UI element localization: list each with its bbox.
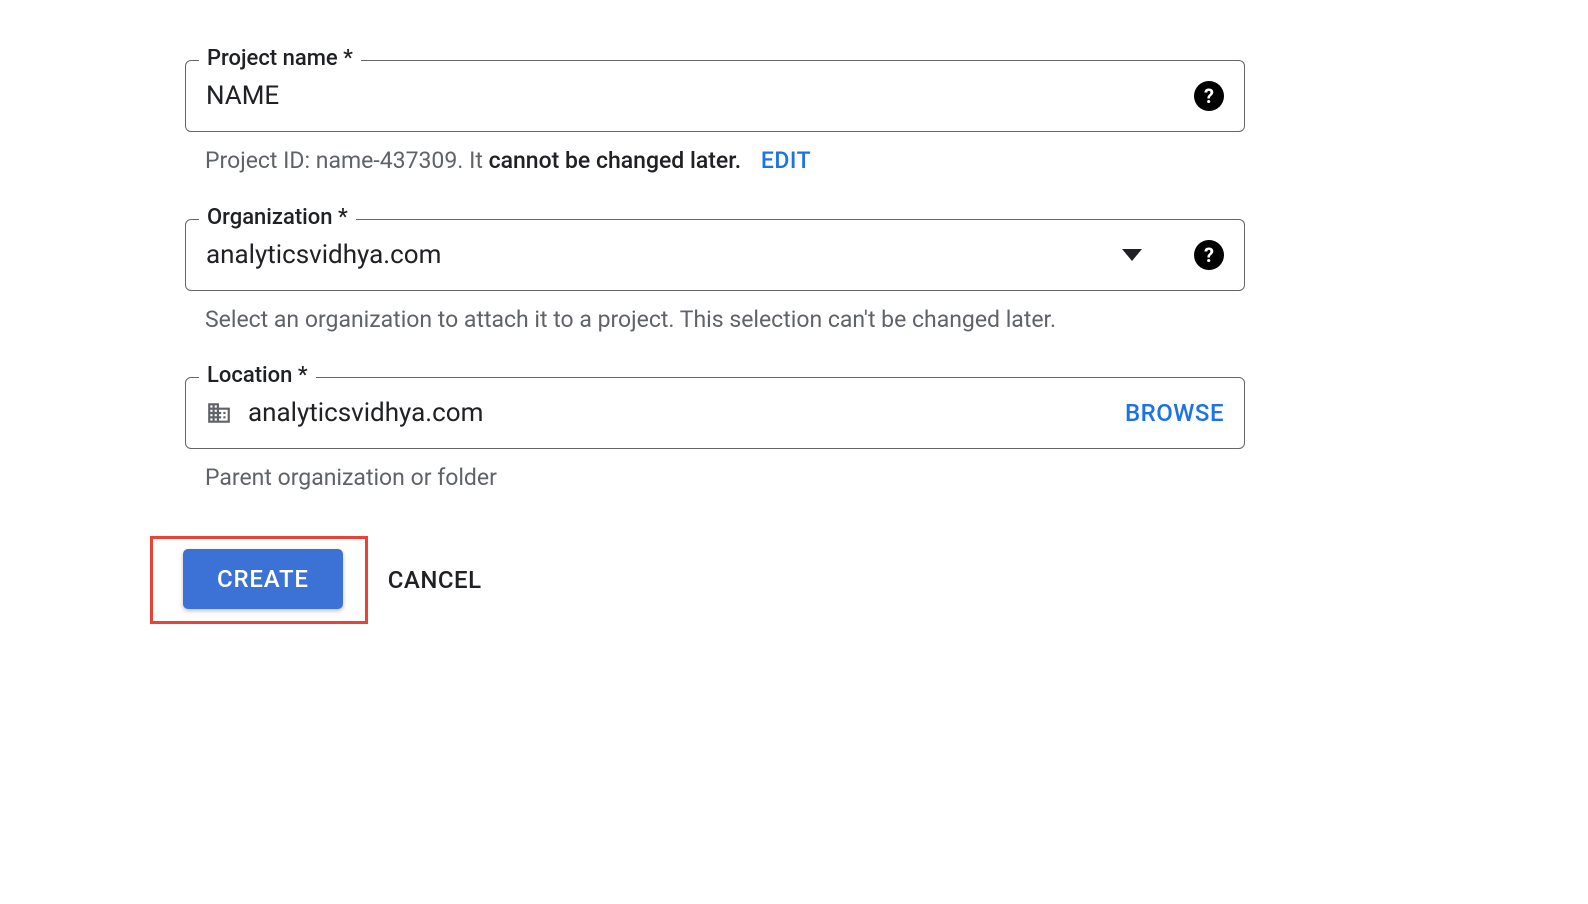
organization-label: Organization * bbox=[199, 205, 356, 230]
edit-project-id-link[interactable]: EDIT bbox=[761, 147, 811, 174]
project-id-bold: cannot be changed later. bbox=[489, 147, 742, 174]
location-field-box: analyticsvidhya.com BROWSE bbox=[185, 377, 1245, 449]
project-name-field-wrapper: Project name * ? bbox=[185, 60, 1245, 132]
organization-helper: Select an organization to attach it to a… bbox=[205, 303, 1245, 338]
button-row: CREATE CANCEL bbox=[150, 536, 1245, 624]
chevron-down-icon bbox=[1122, 249, 1142, 261]
project-name-label: Project name * bbox=[199, 46, 361, 71]
project-id-helper: Project ID: name-437309. It cannot be ch… bbox=[205, 144, 1245, 179]
project-name-input[interactable] bbox=[206, 81, 1182, 111]
cancel-button[interactable]: CANCEL bbox=[378, 550, 492, 610]
location-label: Location * bbox=[199, 363, 316, 388]
project-id-prefix: Project ID: bbox=[205, 147, 316, 174]
browse-button[interactable]: BROWSE bbox=[1125, 399, 1224, 427]
help-icon[interactable]: ? bbox=[1194, 240, 1224, 270]
organization-field-wrapper: Organization * analyticsvidhya.com ? bbox=[185, 219, 1245, 291]
help-icon[interactable]: ? bbox=[1194, 81, 1224, 111]
project-id-suffix: . It bbox=[457, 147, 488, 174]
create-button[interactable]: CREATE bbox=[183, 549, 343, 609]
organization-value: analyticsvidhya.com bbox=[206, 240, 1122, 270]
project-id-value: name-437309 bbox=[316, 147, 458, 174]
create-highlight-box: CREATE bbox=[150, 536, 368, 624]
organization-icon bbox=[206, 400, 232, 426]
new-project-form: Project name * ? Project ID: name-437309… bbox=[185, 60, 1245, 624]
location-value: analyticsvidhya.com bbox=[248, 398, 1125, 428]
location-field-wrapper: Location * analyticsvidhya.com BROWSE bbox=[185, 377, 1245, 449]
location-helper: Parent organization or folder bbox=[205, 461, 1245, 496]
